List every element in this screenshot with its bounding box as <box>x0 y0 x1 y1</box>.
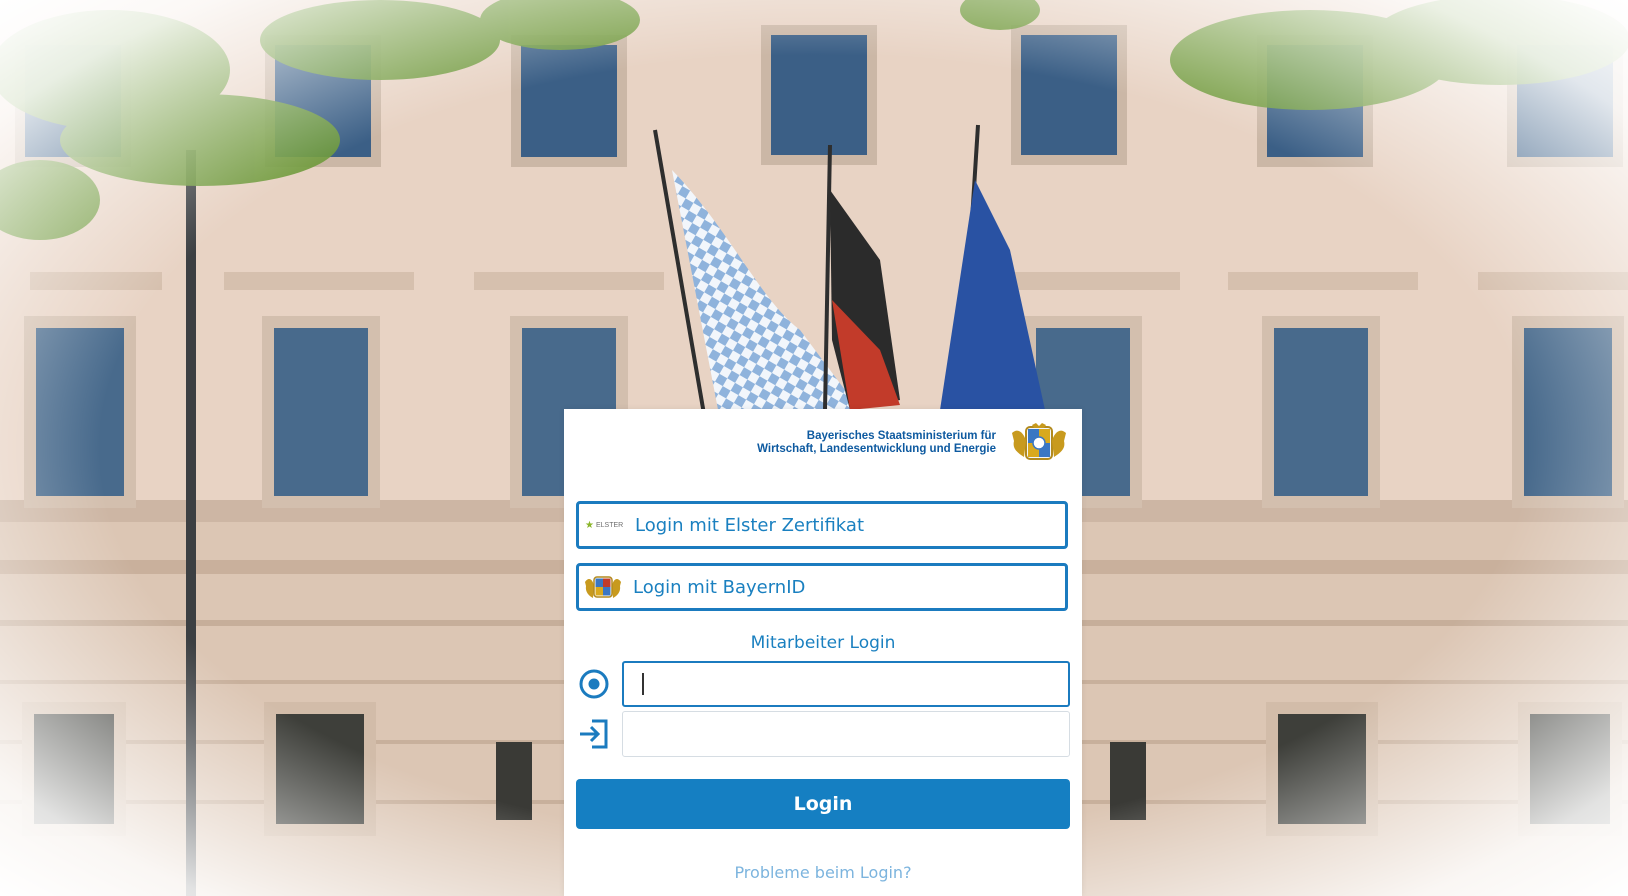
login-card: Bayerisches Staatsministerium für Wirtsc… <box>564 409 1082 896</box>
password-row <box>576 711 1070 757</box>
crest-icon <box>1012 423 1066 460</box>
login-problems-link[interactable]: Probleme beim Login? <box>564 863 1082 882</box>
elster-star-icon: ★ <box>585 519 594 531</box>
ministry-name-line2: Wirtschaft, Landesentwicklung und Energi… <box>757 443 996 455</box>
password-input[interactable] <box>622 711 1070 757</box>
bayernid-login-label: Login mit BayernID <box>633 576 806 598</box>
text-caret <box>642 673 644 695</box>
username-input[interactable] <box>622 661 1070 707</box>
elster-badge-text: ELSTER <box>595 521 624 529</box>
login-button[interactable]: Login <box>576 779 1070 829</box>
employee-login-title: Mitarbeiter Login <box>750 633 896 653</box>
sign-in-icon <box>576 716 612 752</box>
ministry-name-line1: Bayerisches Staatsministerium für <box>806 430 996 442</box>
elster-login-label: Login mit Elster Zertifikat <box>635 514 864 536</box>
ministry-header: Bayerisches Staatsministerium für Wirtsc… <box>757 419 1070 467</box>
elster-login-button[interactable]: ★ ELSTER Login mit Elster Zertifikat <box>576 501 1068 549</box>
user-circle-icon <box>576 666 612 702</box>
username-row <box>576 661 1070 707</box>
elster-icon: ★ ELSTER <box>585 520 625 531</box>
ministry-name: Bayerisches Staatsministerium für Wirtsc… <box>757 430 996 456</box>
bayern-coat-icon <box>585 576 621 598</box>
bayernid-login-button[interactable]: Login mit BayernID <box>576 563 1068 611</box>
